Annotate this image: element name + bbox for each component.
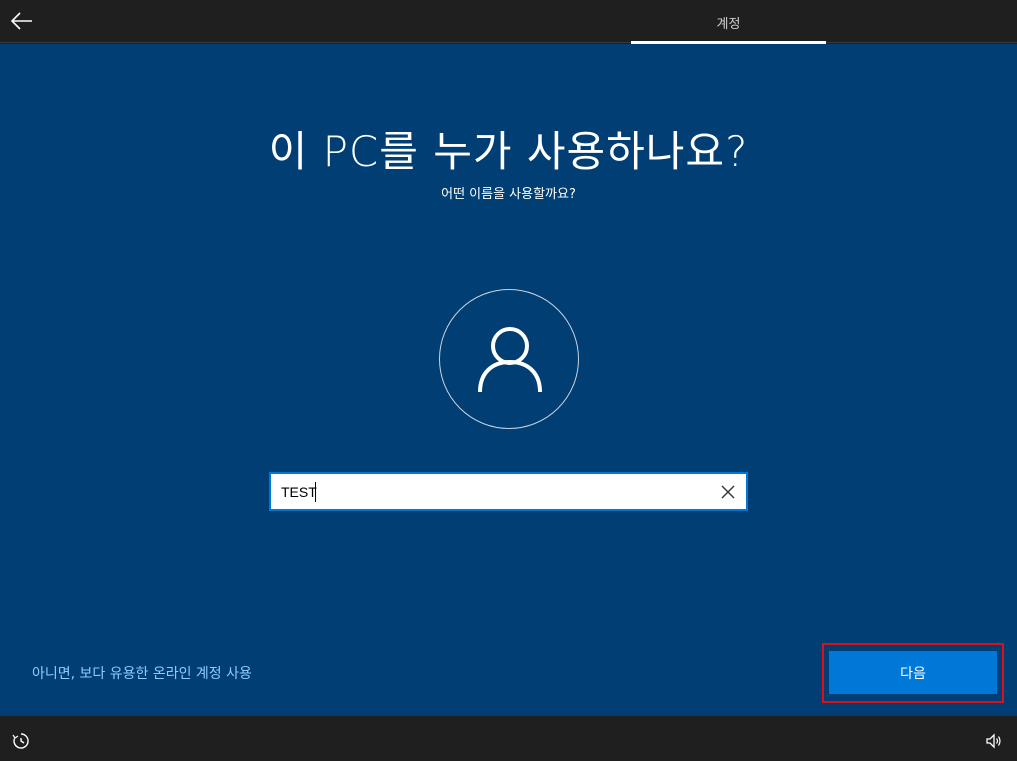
page-subtitle: 어떤 이름을 사용할까요? bbox=[441, 187, 576, 202]
volume-icon bbox=[986, 733, 1001, 749]
clear-button[interactable] bbox=[710, 474, 746, 509]
main-panel: 이 PC를 누가 사용하나요? 어떤 이름을 사용할까요? 아니면, 보다 유용… bbox=[0, 44, 1017, 716]
arrow-left-icon bbox=[11, 12, 32, 30]
tab-account[interactable]: 계정 bbox=[631, 0, 826, 44]
name-input[interactable] bbox=[271, 474, 317, 509]
top-bar: 계정 bbox=[0, 0, 1017, 44]
ease-of-access-icon bbox=[12, 733, 29, 749]
name-field[interactable] bbox=[269, 472, 748, 511]
ease-of-access-button[interactable] bbox=[12, 732, 32, 752]
close-icon bbox=[721, 485, 735, 498]
text-caret bbox=[315, 481, 316, 502]
page-title: 이 PC를 누가 사용하나요? bbox=[268, 127, 749, 176]
bottom-bar bbox=[0, 716, 1017, 761]
volume-button[interactable] bbox=[985, 732, 1005, 752]
avatar bbox=[439, 289, 579, 429]
tab-account-label: 계정 bbox=[716, 16, 741, 32]
next-button[interactable]: 다음 bbox=[829, 651, 997, 694]
person-icon bbox=[478, 327, 542, 393]
online-account-link[interactable]: 아니면, 보다 유용한 온라인 계정 사용 bbox=[32, 663, 252, 683]
back-button[interactable] bbox=[8, 7, 36, 35]
